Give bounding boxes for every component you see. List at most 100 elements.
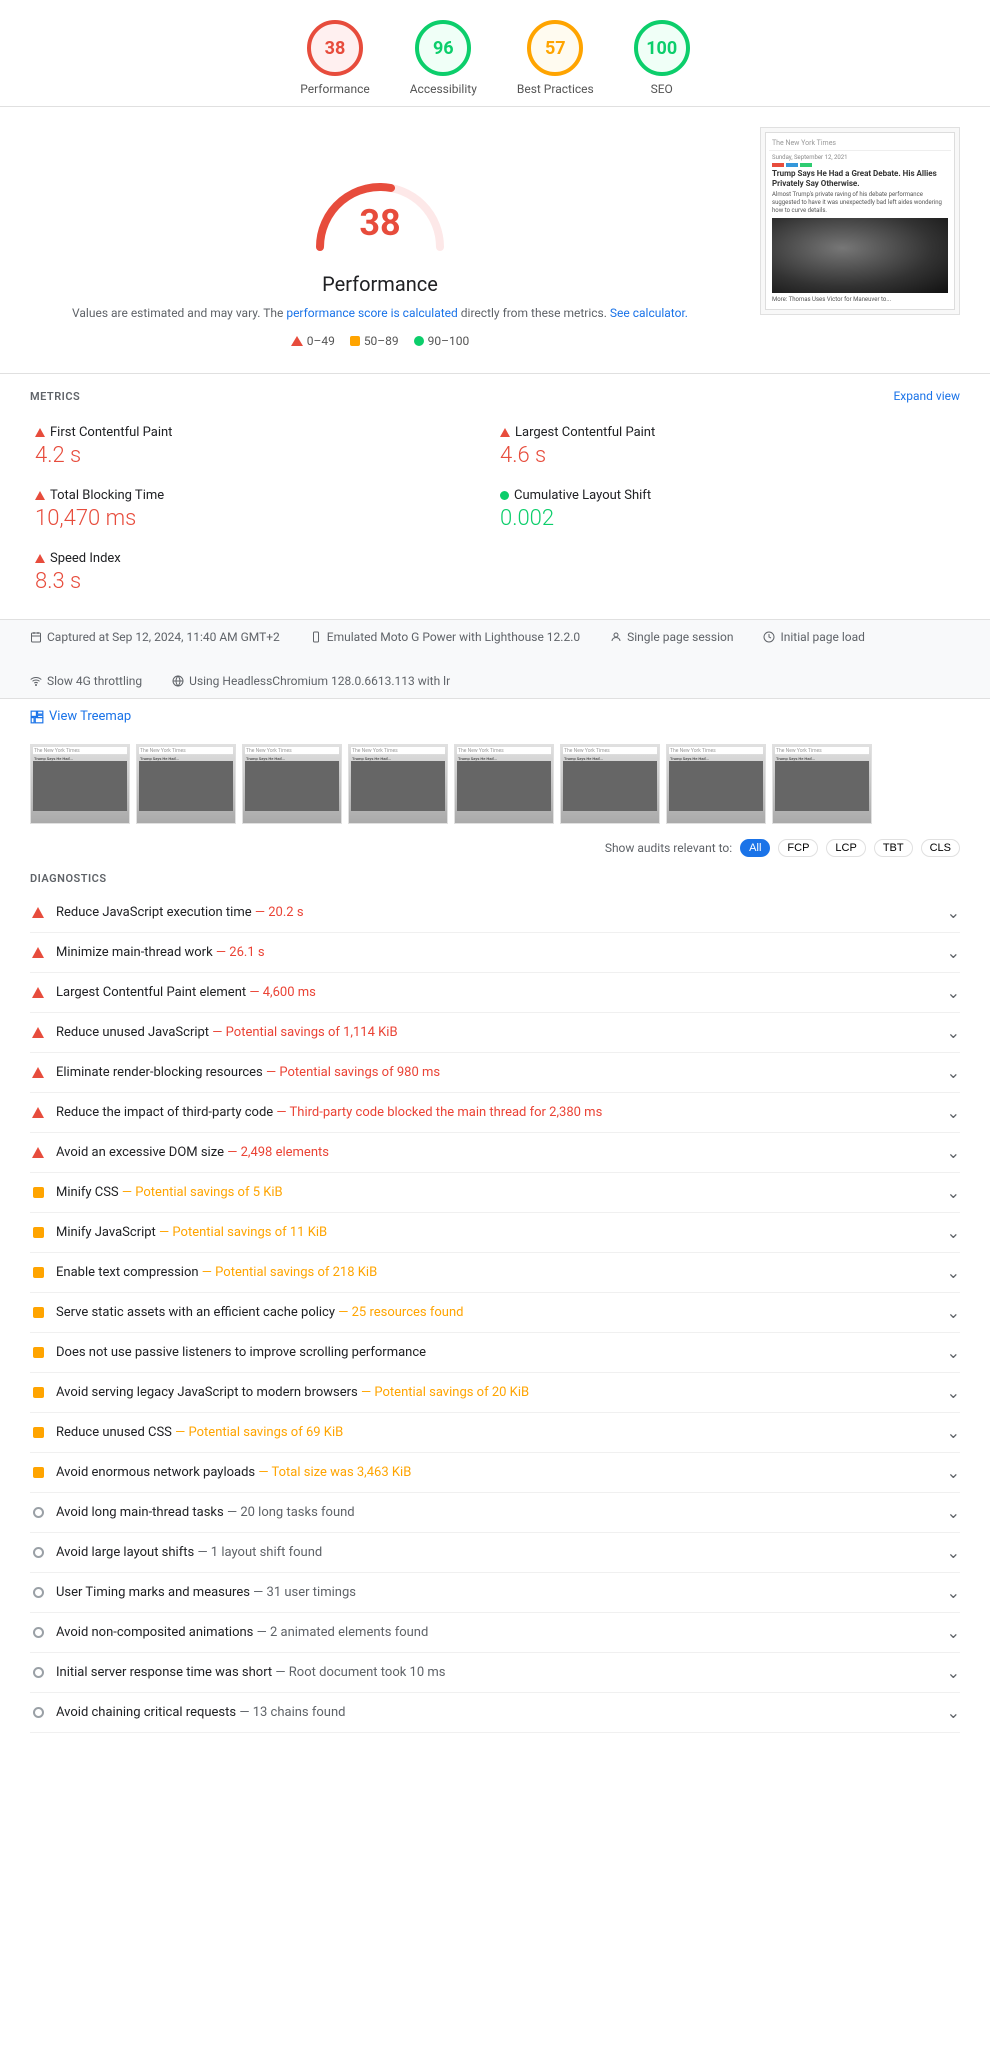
metric-si-value: 8.3 s [35, 569, 490, 594]
audit-item-3[interactable]: Reduce unused JavaScript — Potential sav… [30, 1013, 960, 1053]
audit-detail-text: — Root document took 10 ms [275, 1665, 445, 1680]
audit-item-14[interactable]: Avoid enormous network payloads — Total … [30, 1453, 960, 1493]
metric-lcp-value: 4.6 s [500, 443, 955, 468]
filter-label: Show audits relevant to: [605, 841, 732, 855]
metric-lcp-icon [500, 428, 510, 437]
performance-description: Values are estimated and may vary. The p… [30, 304, 730, 322]
metric-tbt-value: 10,470 ms [35, 506, 490, 531]
info-throttling: Slow 4G throttling [30, 674, 142, 688]
metric-si: Speed Index 8.3 s [30, 541, 495, 604]
audit-main-text: Minify CSS [56, 1185, 119, 1200]
metrics-title: METRICS [30, 390, 80, 403]
thumbnail-3: The New York Times Trump Says He Had... [242, 744, 342, 824]
filter-btn-cls[interactable]: CLS [921, 839, 960, 857]
audit-icon-container [30, 1307, 46, 1318]
audit-icon-container [30, 1427, 46, 1438]
audit-icon-square-orange [33, 1267, 44, 1278]
audit-main-text: Reduce unused JavaScript [56, 1025, 209, 1040]
audit-item-19[interactable]: Initial server response time was short —… [30, 1653, 960, 1693]
audit-main-text: Minimize main-thread work [56, 945, 213, 960]
metric-si-icon [35, 554, 45, 563]
score-label-performance: Performance [300, 82, 369, 96]
chevron-down-icon: ⌄ [937, 943, 960, 962]
legend-average: 50–89 [350, 334, 399, 348]
audit-icon-square-orange [33, 1227, 44, 1238]
audit-item-0[interactable]: Reduce JavaScript execution time — 20.2 … [30, 893, 960, 933]
audit-item-4[interactable]: Eliminate render-blocking resources — Po… [30, 1053, 960, 1093]
audit-item-6[interactable]: Avoid an excessive DOM size — 2,498 elem… [30, 1133, 960, 1173]
audit-item-12[interactable]: Avoid serving legacy JavaScript to moder… [30, 1373, 960, 1413]
metric-fcp-icon [35, 428, 45, 437]
audit-main-text: Reduce unused CSS [56, 1425, 172, 1440]
user-icon [610, 631, 622, 643]
metric-cls: Cumulative Layout Shift 0.002 [495, 478, 960, 541]
score-seo[interactable]: 100 SEO [634, 20, 690, 96]
audit-detail-text: — 13 chains found [239, 1705, 345, 1720]
audit-icon-container [30, 1707, 46, 1718]
audit-item-1[interactable]: Minimize main-thread work — 26.1 s ⌄ [30, 933, 960, 973]
audit-icon-container [30, 947, 46, 958]
audit-icon-square-orange [33, 1467, 44, 1478]
score-label-accessibility: Accessibility [410, 82, 477, 96]
audit-main-text: Largest Contentful Paint element [56, 985, 246, 1000]
score-performance[interactable]: 38 Performance [300, 20, 369, 96]
filter-btn-tbt[interactable]: TBT [874, 839, 913, 857]
chevron-down-icon: ⌄ [937, 983, 960, 1002]
audit-item-17[interactable]: User Timing marks and measures — 31 user… [30, 1573, 960, 1613]
audit-icon-container [30, 1387, 46, 1398]
audit-item-15[interactable]: Avoid long main-thread tasks — 20 long t… [30, 1493, 960, 1533]
audit-main-text: Avoid non-composited animations [56, 1625, 253, 1640]
audit-text: Eliminate render-blocking resources — Po… [56, 1065, 937, 1080]
audit-item-7[interactable]: Minify CSS — Potential savings of 5 KiB … [30, 1173, 960, 1213]
audit-main-text: Reduce the impact of third-party code [56, 1105, 273, 1120]
metric-cls-value: 0.002 [500, 506, 955, 531]
filter-btn-lcp[interactable]: LCP [826, 839, 865, 857]
audit-text: Enable text compression — Potential savi… [56, 1265, 937, 1280]
audit-main-text: Avoid enormous network payloads [56, 1465, 255, 1480]
performance-title: Performance [30, 272, 730, 296]
score-best-practices[interactable]: 57 Best Practices [517, 20, 594, 96]
filter-btn-fcp[interactable]: FCP [778, 839, 818, 857]
screenshot-frame: The New York Times Sunday, September 12,… [760, 127, 960, 315]
wifi-icon [30, 675, 42, 687]
chevron-down-icon: ⌄ [937, 1463, 960, 1482]
audit-detail-text: — 25 resources found [338, 1305, 463, 1320]
performance-arc-svg: 38 [300, 147, 460, 267]
audit-icon-triangle-red [32, 907, 44, 918]
audit-detail-text: — 20.2 s [255, 905, 304, 920]
chevron-down-icon: ⌄ [937, 1583, 960, 1602]
audit-icon-container [30, 987, 46, 998]
audit-item-11[interactable]: Does not use passive listeners to improv… [30, 1333, 960, 1373]
audit-main-text: Avoid an excessive DOM size [56, 1145, 224, 1160]
legend-triangle-icon [291, 336, 303, 346]
score-accessibility[interactable]: 96 Accessibility [410, 20, 477, 96]
perf-score-link[interactable]: performance score is calculated [286, 306, 457, 320]
audit-item-2[interactable]: Largest Contentful Paint element — 4,600… [30, 973, 960, 1013]
audit-detail-text: — 1 layout shift found [197, 1545, 322, 1560]
thumbnail-8: The New York Times Trump Says He Had... [772, 744, 872, 824]
audit-icon-container [30, 1067, 46, 1078]
main-content: 38 Performance Values are estimated and … [0, 107, 990, 368]
audit-icon-square-orange [33, 1427, 44, 1438]
diagnostics-section: DIAGNOSTICS Reduce JavaScript execution … [0, 867, 990, 1748]
audit-icon-container [30, 1467, 46, 1478]
thumbnail-7: The New York Times Trump Says He Had... [666, 744, 766, 824]
expand-view-link[interactable]: Expand view [893, 389, 960, 403]
see-calculator-link[interactable]: See calculator. [610, 306, 688, 320]
audit-item-10[interactable]: Serve static assets with an efficient ca… [30, 1293, 960, 1333]
audit-item-8[interactable]: Minify JavaScript — Potential savings of… [30, 1213, 960, 1253]
audit-item-9[interactable]: Enable text compression — Potential savi… [30, 1253, 960, 1293]
filter-btn-all[interactable]: All [740, 839, 770, 857]
audit-item-20[interactable]: Avoid chaining critical requests — 13 ch… [30, 1693, 960, 1733]
audit-item-16[interactable]: Avoid large layout shifts — 1 layout shi… [30, 1533, 960, 1573]
audit-text: Reduce JavaScript execution time — 20.2 … [56, 905, 937, 920]
performance-screenshot: The New York Times Sunday, September 12,… [760, 127, 960, 348]
svg-text:38: 38 [359, 202, 400, 244]
treemap-link[interactable]: View Treemap [30, 709, 960, 724]
audit-item-13[interactable]: Reduce unused CSS — Potential savings of… [30, 1413, 960, 1453]
audit-item-18[interactable]: Avoid non-composited animations — 2 anim… [30, 1613, 960, 1653]
chevron-down-icon: ⌄ [937, 1063, 960, 1082]
audit-item-5[interactable]: Reduce the impact of third-party code — … [30, 1093, 960, 1133]
audit-text: User Timing marks and measures — 31 user… [56, 1585, 937, 1600]
audit-text: Reduce the impact of third-party code — … [56, 1105, 937, 1120]
